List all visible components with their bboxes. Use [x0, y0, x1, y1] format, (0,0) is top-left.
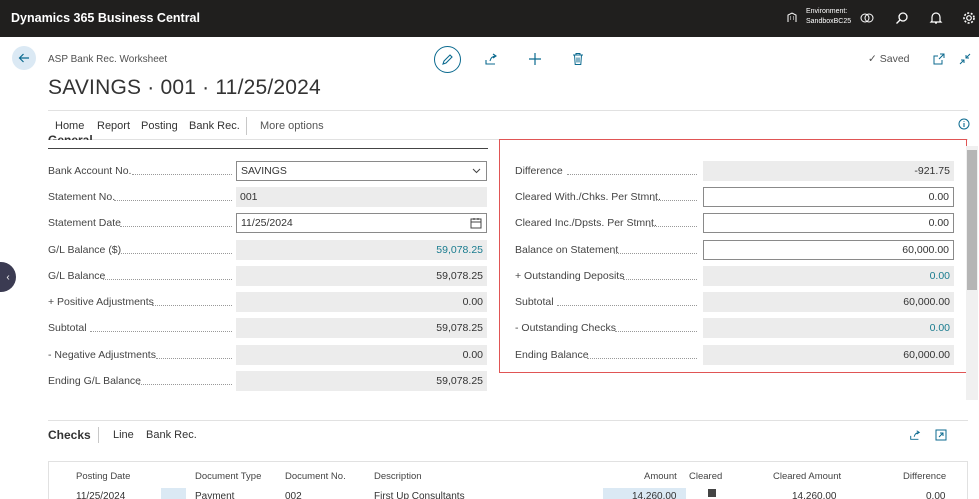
arrow-left-icon	[18, 53, 29, 63]
open-window-icon	[933, 53, 945, 65]
subtotal-left-value: 59,078.25	[236, 318, 487, 338]
field-label: - Negative Adjustments	[48, 349, 156, 361]
collapse-button[interactable]	[958, 52, 972, 66]
col-amount[interactable]: Amount	[644, 471, 677, 482]
field-ending-gl-balance: Ending G/L Balance 59,078.25	[48, 371, 488, 391]
cell-posting-date: 11/25/2024	[76, 491, 126, 499]
field-label: Bank Account No.	[48, 165, 132, 177]
share-icon	[910, 430, 921, 440]
cell-description: First Up Consultants	[374, 491, 465, 499]
chevron-down-icon	[472, 168, 481, 174]
statement-no-value: 001	[236, 187, 487, 207]
menu-report[interactable]: Report	[97, 120, 130, 132]
field-label: Statement Date	[48, 217, 121, 229]
top-bar: Dynamics 365 Business Central Environmen…	[0, 0, 979, 37]
field-statement-no: Statement No. 001	[48, 187, 488, 207]
environment-indicator[interactable]: Environment: SandboxBC25	[786, 7, 851, 27]
chevron-left-icon: ‹	[6, 271, 10, 283]
checks-title[interactable]: Checks	[48, 428, 91, 442]
table-row[interactable]: 11/25/2024 Payment 002 First Up Consulta…	[48, 488, 968, 499]
app-brand[interactable]: Dynamics 365 Business Central	[11, 11, 200, 25]
general-heading[interactable]: General	[48, 132, 93, 140]
menu-separator	[246, 117, 247, 135]
field-label: Statement No.	[48, 191, 116, 203]
checks-separator	[98, 427, 99, 443]
menu-home[interactable]: Home	[55, 120, 84, 132]
field-label: Ending G/L Balance	[48, 375, 142, 387]
checks-expand-button[interactable]	[934, 428, 948, 442]
trash-icon	[573, 53, 583, 65]
plus-icon	[529, 53, 541, 65]
menu-more-options[interactable]: More options	[260, 120, 324, 132]
calendar-icon[interactable]	[470, 217, 482, 229]
negative-adjustments-value: 0.00	[236, 345, 487, 365]
field-subtotal-left: Subtotal 59,078.25	[48, 318, 488, 338]
search-icon[interactable]	[893, 9, 911, 27]
building-icon	[787, 12, 797, 22]
gl-balance-value: 59,078.25	[236, 266, 487, 286]
highlight-box	[499, 139, 967, 373]
share-button[interactable]	[483, 51, 499, 67]
action-bar: Home Report Posting Bank Rec. More optio…	[48, 110, 968, 140]
scrollbar-thumb[interactable]	[967, 150, 977, 290]
row-selector[interactable]	[161, 488, 186, 499]
new-button[interactable]	[527, 51, 543, 67]
cell-cleared-amount: 14,260.00	[792, 491, 837, 499]
saved-label: Saved	[879, 53, 910, 65]
col-document-type[interactable]: Document Type	[195, 471, 261, 482]
gl-balance-lcy-value[interactable]: 59,078.25	[236, 240, 487, 260]
check-icon: ✓	[868, 53, 877, 65]
checks-action-bank-rec[interactable]: Bank Rec.	[146, 429, 197, 441]
field-statement-date: Statement Date 11/25/2024	[48, 213, 488, 233]
field-bank-account-no: Bank Account No. SAVINGS	[48, 161, 488, 181]
cell-difference: 0.00	[926, 491, 946, 499]
environment-label: Environment:	[806, 8, 848, 15]
environment-name: SandboxBC25	[806, 18, 852, 25]
checks-share-button[interactable]	[908, 428, 922, 442]
ending-gl-balance-value: 59,078.25	[236, 371, 487, 391]
col-document-no[interactable]: Document No.	[285, 471, 346, 482]
bell-icon[interactable]	[927, 9, 945, 27]
field-label: Subtotal	[48, 322, 87, 334]
field-label: G/L Balance	[48, 270, 106, 282]
open-new-window-button[interactable]	[932, 52, 946, 66]
field-negative-adjustments: - Negative Adjustments 0.00	[48, 345, 488, 365]
general-divider	[48, 148, 488, 149]
col-cleared[interactable]: Cleared	[689, 471, 722, 482]
cleared-checkbox[interactable]	[708, 489, 716, 497]
col-posting-date[interactable]: Posting Date	[76, 471, 130, 482]
gear-icon[interactable]	[960, 9, 978, 27]
cell-amount: 14,260.00	[632, 491, 677, 499]
saved-status: ✓ Saved	[868, 53, 910, 65]
col-difference[interactable]: Difference	[903, 471, 946, 482]
bank-account-select[interactable]: SAVINGS	[236, 161, 487, 181]
checks-action-line[interactable]: Line	[113, 429, 134, 441]
delete-button[interactable]	[570, 51, 586, 67]
pencil-icon	[442, 54, 453, 65]
expand-icon	[935, 429, 947, 441]
menu-posting[interactable]: Posting	[141, 120, 178, 132]
breadcrumb: ASP Bank Rec. Worksheet	[48, 54, 168, 65]
statement-date-input[interactable]: 11/25/2024	[236, 213, 487, 233]
cell-document-no: 002	[285, 491, 302, 499]
share-icon	[485, 53, 497, 65]
field-label: G/L Balance ($)	[48, 244, 122, 256]
copilot-icon[interactable]	[858, 9, 876, 27]
col-cleared-amount[interactable]: Cleared Amount	[773, 471, 841, 482]
info-icon[interactable]	[958, 118, 970, 133]
field-gl-balance-lcy: G/L Balance ($) 59,078.25	[48, 240, 488, 260]
positive-adjustments-value: 0.00	[236, 292, 487, 312]
cell-document-type: Payment	[195, 491, 235, 499]
edit-button[interactable]	[434, 46, 461, 73]
field-gl-balance: G/L Balance 59,078.25	[48, 266, 488, 286]
back-button[interactable]	[12, 46, 36, 70]
field-label: + Positive Adjustments	[48, 296, 154, 308]
collapse-icon	[959, 53, 971, 65]
menu-bank-rec[interactable]: Bank Rec.	[189, 120, 240, 132]
col-description[interactable]: Description	[374, 471, 422, 482]
field-positive-adjustments: + Positive Adjustments 0.00	[48, 292, 488, 312]
page-title: SAVINGS · 001 · 11/25/2024	[48, 76, 321, 99]
